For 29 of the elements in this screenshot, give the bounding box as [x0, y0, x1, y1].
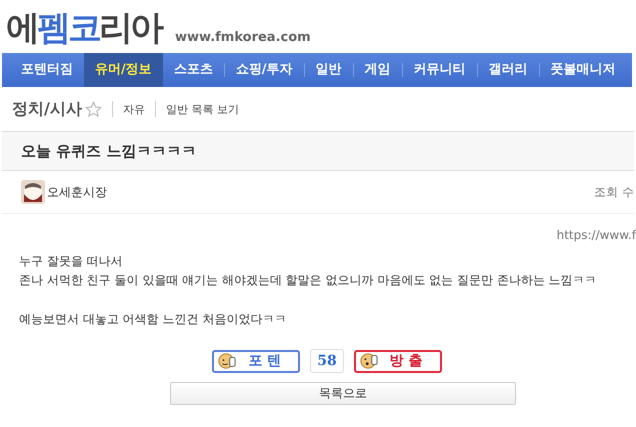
- nav-tab[interactable]: 게임: [354, 53, 402, 87]
- nav-tab[interactable]: 쇼핑/투자: [224, 53, 304, 87]
- view-count-label: 조회 수: [594, 184, 634, 200]
- board-title[interactable]: 정치/시사: [12, 98, 82, 120]
- site-logo[interactable]: 에펨코리아: [6, 6, 161, 50]
- site-url: www.fmkorea.com: [175, 30, 311, 47]
- post-text: 존나 서먹한 친구 둘이 있을때 얘기는 해야겠는데 할말은 없으니까 마음에도 없는 질문만 존나하는 느낌ㅋㅋ: [19, 272, 598, 289]
- post-url[interactable]: https://www.f: [556, 228, 636, 248]
- nav-tab[interactable]: 갤러리: [478, 53, 538, 87]
- thumbs-up-face-icon: [218, 352, 236, 370]
- board-link[interactable]: 일반 목록 보기: [166, 102, 239, 116]
- post-text: 예능보면서 대놓고 어색함 느낀건 처음이었다ㅋㅋ: [19, 311, 288, 328]
- vote-count: 58: [310, 349, 344, 373]
- nav-tab[interactable]: 풋볼매니저: [540, 53, 626, 87]
- post-text: 누구 잘못을 떠나서: [19, 253, 124, 270]
- downvote-button[interactable]: 방 출: [354, 350, 442, 372]
- upvote-button[interactable]: 포 텐: [212, 350, 300, 372]
- back-to-list-button[interactable]: 목록으로: [170, 382, 516, 405]
- nav-tab[interactable]: 일반: [304, 53, 352, 87]
- nav-tab[interactable]: 유머/정보: [84, 53, 163, 87]
- board-link[interactable]: 자유: [122, 102, 145, 116]
- author-name[interactable]: 오세훈시장: [47, 184, 107, 200]
- nav-tab[interactable]: 커뮤니티: [402, 53, 476, 87]
- nav-tab[interactable]: 스포츠: [162, 53, 224, 87]
- nav-tab[interactable]: 포텐터짐: [10, 53, 84, 87]
- thumbs-down-face-icon: [360, 352, 378, 370]
- star-icon[interactable]: [84, 100, 102, 118]
- post-title: 오늘 유퀴즈 느낌ㅋㅋㅋㅋ: [21, 142, 196, 160]
- avatar-icon: [21, 180, 45, 204]
